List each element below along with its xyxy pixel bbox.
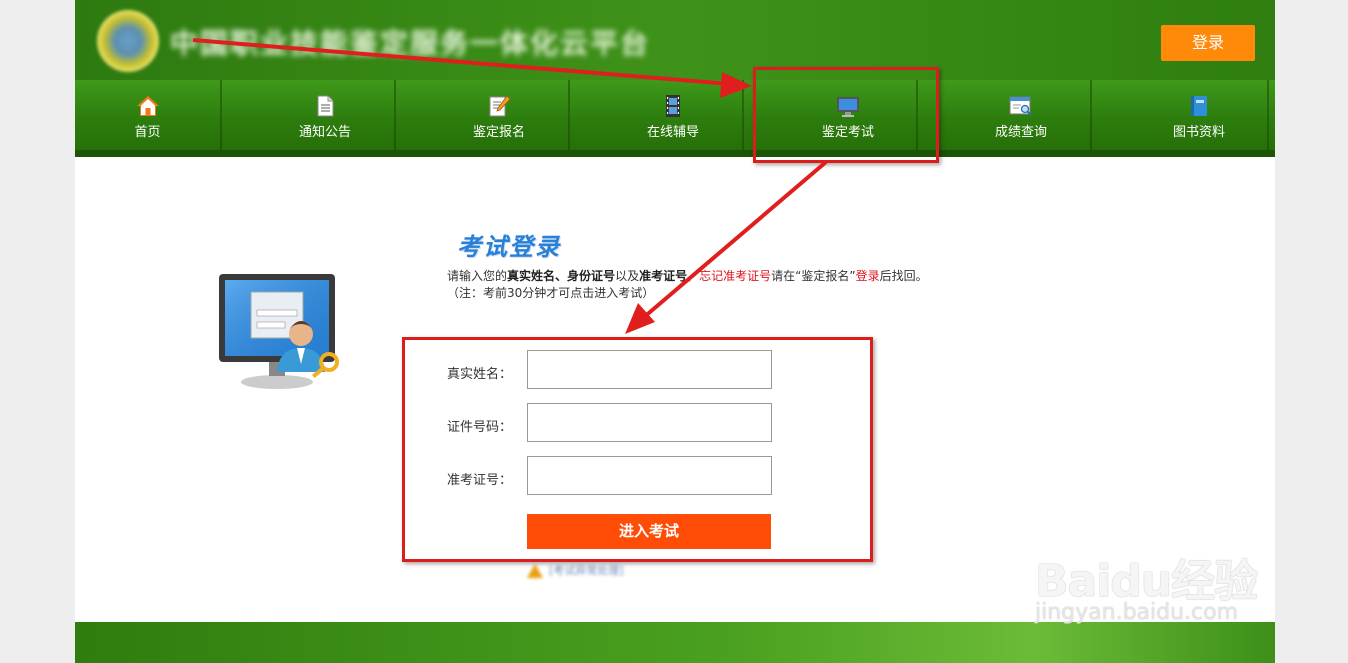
document-icon <box>317 95 334 117</box>
instruction-bold: 、 <box>555 269 568 283</box>
book-icon <box>1191 96 1207 116</box>
nav-item-books[interactable]: 图书资料 <box>1129 80 1269 150</box>
nav-divider <box>1267 80 1269 150</box>
forgot-ticket-link[interactable]: 忘记准考证号 <box>699 269 771 283</box>
warning-icon <box>527 564 543 578</box>
instruction-line: 请输入您的真实姓名、身份证号以及准考证号，忘记准考证号请在“鉴定报名”登录后找回… <box>447 268 928 285</box>
nav-item-label: 通知公告 <box>298 125 351 140</box>
instruction-bold: 准考证号 <box>639 269 688 283</box>
site-title: 中国职业技能鉴定服务一体化云平台 <box>170 27 651 60</box>
site-logo <box>97 10 159 72</box>
nav-divider <box>220 80 222 150</box>
nav-item-label: 首页 <box>134 125 161 140</box>
film-icon <box>666 95 680 117</box>
nav-item-online-tutoring[interactable]: 在线辅导 <box>603 80 743 150</box>
instruction-bold: 真实姓名 <box>507 269 556 283</box>
instruction-text: 请在“鉴定报名” <box>771 269 856 283</box>
instruction-text: 以及 <box>615 269 640 283</box>
nav-bottom-bar <box>75 150 1275 157</box>
nav-item-score-query[interactable]: 成绩查询 <box>951 80 1091 150</box>
exam-issue-link[interactable]: [考试异常处理] <box>527 562 624 578</box>
instruction-bold: 身份证号 <box>567 269 616 283</box>
nav-item-label: 图书资料 <box>1172 125 1225 140</box>
instruction-text: 请输入您的 <box>447 269 508 283</box>
nav-item-notices[interactable]: 通知公告 <box>255 80 395 150</box>
annotation-box-form <box>402 337 873 562</box>
main-nav: 首页 通知公告 鉴定报名 在线辅导 鉴定考试 成绩查询 图书资料 <box>75 80 1275 150</box>
exam-login-title: 考试登录 <box>457 233 561 261</box>
exam-note: （注：考前30分钟才可点击进入考试） <box>447 286 655 300</box>
nav-divider <box>742 80 744 150</box>
instruction-text: ， <box>687 269 700 283</box>
login-button[interactable]: 登录 <box>1161 25 1255 61</box>
nav-item-registration[interactable]: 鉴定报名 <box>429 80 569 150</box>
computer-login-illustration <box>219 274 339 389</box>
nav-divider <box>394 80 396 150</box>
instruction-text: 后找回。 <box>879 269 928 283</box>
edit-document-icon <box>489 95 511 117</box>
nav-item-home[interactable]: 首页 <box>75 80 220 150</box>
registration-login-link[interactable]: 登录 <box>856 269 880 283</box>
nav-item-label: 成绩查询 <box>994 125 1047 140</box>
baidu-watermark-url: jingyan.baidu.com <box>1035 600 1239 625</box>
home-icon <box>136 96 159 116</box>
exam-instructions: 请输入您的真实姓名、身份证号以及准考证号，忘记准考证号请在“鉴定报名”登录后找回… <box>447 268 928 302</box>
nav-divider <box>568 80 570 150</box>
exam-issue-text: [考试异常处理] <box>549 564 624 577</box>
site-footer <box>75 622 1275 663</box>
search-window-icon <box>1009 96 1032 116</box>
annotation-box-nav <box>753 67 939 163</box>
site-header: 中国职业技能鉴定服务一体化云平台 登录 <box>75 0 1275 80</box>
nav-item-label: 鉴定报名 <box>472 125 525 140</box>
nav-divider <box>1090 80 1092 150</box>
nav-item-label: 在线辅导 <box>646 125 699 140</box>
